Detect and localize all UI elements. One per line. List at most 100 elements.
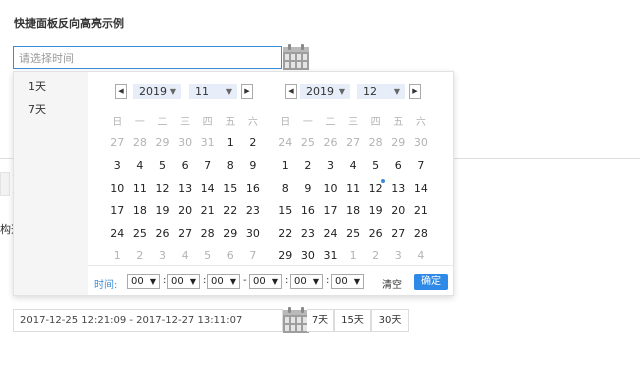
day-cell[interactable]: 18 (342, 204, 365, 217)
day-cell[interactable]: 9 (242, 159, 265, 172)
day-cell[interactable]: 25 (297, 136, 320, 149)
end-second-select[interactable]: 00 ▼ (331, 274, 364, 289)
day-cell[interactable]: 1 (274, 159, 297, 172)
day-cell[interactable]: 5 (151, 159, 174, 172)
day-cell[interactable]: 23 (297, 227, 320, 240)
day-cell[interactable]: 10 (106, 182, 129, 195)
day-cell[interactable]: 13 (174, 182, 197, 195)
day-cell[interactable]: 20 (174, 204, 197, 217)
day-cell[interactable]: 25 (342, 227, 365, 240)
day-cell[interactable]: 30 (297, 249, 320, 262)
day-cell[interactable]: 18 (129, 204, 152, 217)
day-cell[interactable]: 28 (364, 136, 387, 149)
prev-month-button[interactable]: ◀ (115, 84, 127, 99)
day-cell[interactable]: 1 (106, 249, 129, 262)
day-cell[interactable]: 3 (319, 159, 342, 172)
day-cell[interactable]: 29 (387, 136, 410, 149)
date-range-input[interactable]: 2017-12-25 12:21:09 - 2017-12-27 13:11:0… (13, 309, 283, 332)
quick-7-days-button[interactable]: 7天 (307, 309, 334, 332)
day-cell[interactable]: 5 (196, 249, 219, 262)
day-cell[interactable]: 12 (364, 178, 387, 195)
day-cell[interactable]: 8 (274, 182, 297, 195)
day-cell[interactable]: 25 (129, 227, 152, 240)
day-cell[interactable]: 2 (129, 249, 152, 262)
calendar-icon[interactable] (283, 307, 309, 333)
day-cell[interactable]: 22 (219, 204, 242, 217)
day-cell[interactable]: 31 (319, 249, 342, 262)
day-cell[interactable]: 10 (319, 182, 342, 195)
day-cell[interactable]: 27 (174, 227, 197, 240)
day-cell[interactable]: 6 (219, 249, 242, 262)
day-cell[interactable]: 22 (274, 227, 297, 240)
day-cell[interactable]: 24 (319, 227, 342, 240)
day-cell[interactable]: 7 (410, 159, 433, 172)
day-cell[interactable]: 26 (364, 227, 387, 240)
day-cell[interactable]: 8 (219, 159, 242, 172)
day-cell[interactable]: 15 (219, 182, 242, 195)
end-minute-select[interactable]: 00 ▼ (290, 274, 323, 289)
day-cell[interactable]: 3 (387, 249, 410, 262)
day-cell[interactable]: 19 (151, 204, 174, 217)
day-cell[interactable]: 28 (129, 136, 152, 149)
day-cell[interactable]: 3 (151, 249, 174, 262)
end-hour-select[interactable]: 00 ▼ (249, 274, 282, 289)
day-cell[interactable]: 5 (364, 159, 387, 172)
day-cell[interactable]: 9 (297, 182, 320, 195)
day-cell[interactable]: 17 (319, 204, 342, 217)
quick-30-days-button[interactable]: 30天 (371, 309, 409, 332)
day-cell[interactable]: 27 (106, 136, 129, 149)
day-cell[interactable]: 17 (106, 204, 129, 217)
day-cell[interactable]: 27 (387, 227, 410, 240)
day-cell[interactable]: 31 (196, 136, 219, 149)
day-cell[interactable]: 4 (129, 159, 152, 172)
day-cell[interactable]: 16 (297, 204, 320, 217)
day-cell[interactable]: 2 (364, 249, 387, 262)
day-cell[interactable]: 21 (410, 204, 433, 217)
day-cell[interactable]: 16 (242, 182, 265, 195)
day-cell[interactable]: 1 (342, 249, 365, 262)
day-cell[interactable]: 24 (274, 136, 297, 149)
day-cell[interactable]: 29 (151, 136, 174, 149)
confirm-button[interactable]: 确定 (414, 274, 448, 290)
month-select[interactable]: 11 ▼ (189, 84, 237, 99)
day-cell[interactable]: 27 (342, 136, 365, 149)
day-cell[interactable]: 30 (242, 227, 265, 240)
shortcut-7-days[interactable]: 7天 (28, 101, 46, 117)
day-cell[interactable]: 13 (387, 182, 410, 195)
day-cell[interactable]: 2 (297, 159, 320, 172)
year-select[interactable]: 2019 ▼ (133, 84, 181, 99)
month-select[interactable]: 12 ▼ (357, 84, 405, 99)
day-cell[interactable]: 28 (410, 227, 433, 240)
year-select[interactable]: 2019 ▼ (300, 84, 350, 99)
next-month-button[interactable]: ▶ (409, 84, 421, 99)
day-cell[interactable]: 11 (129, 182, 152, 195)
day-cell[interactable]: 24 (106, 227, 129, 240)
day-cell[interactable]: 23 (242, 204, 265, 217)
day-cell[interactable]: 7 (242, 249, 265, 262)
day-cell[interactable]: 14 (410, 182, 433, 195)
day-cell[interactable]: 29 (219, 227, 242, 240)
day-cell[interactable]: 15 (274, 204, 297, 217)
day-cell[interactable]: 26 (151, 227, 174, 240)
day-cell[interactable]: 14 (196, 182, 219, 195)
day-cell[interactable]: 2 (242, 136, 265, 149)
prev-month-button[interactable]: ◀ (285, 84, 297, 99)
quick-15-days-button[interactable]: 15天 (334, 309, 371, 332)
day-cell[interactable]: 19 (364, 204, 387, 217)
day-cell[interactable]: 6 (174, 159, 197, 172)
day-cell[interactable]: 4 (410, 249, 433, 262)
day-cell[interactable]: 6 (387, 159, 410, 172)
day-cell[interactable]: 1 (219, 136, 242, 149)
day-cell[interactable]: 12 (151, 182, 174, 195)
day-cell[interactable]: 28 (196, 227, 219, 240)
day-cell[interactable]: 29 (274, 249, 297, 262)
day-cell[interactable]: 11 (342, 182, 365, 195)
day-cell[interactable]: 4 (342, 159, 365, 172)
day-cell[interactable]: 7 (196, 159, 219, 172)
next-month-button[interactable]: ▶ (241, 84, 253, 99)
day-cell[interactable]: 26 (319, 136, 342, 149)
calendar-icon[interactable] (283, 44, 309, 70)
start-second-select[interactable]: 00 ▼ (207, 274, 240, 289)
day-cell[interactable]: 20 (387, 204, 410, 217)
start-hour-select[interactable]: 00 ▼ (127, 274, 160, 289)
